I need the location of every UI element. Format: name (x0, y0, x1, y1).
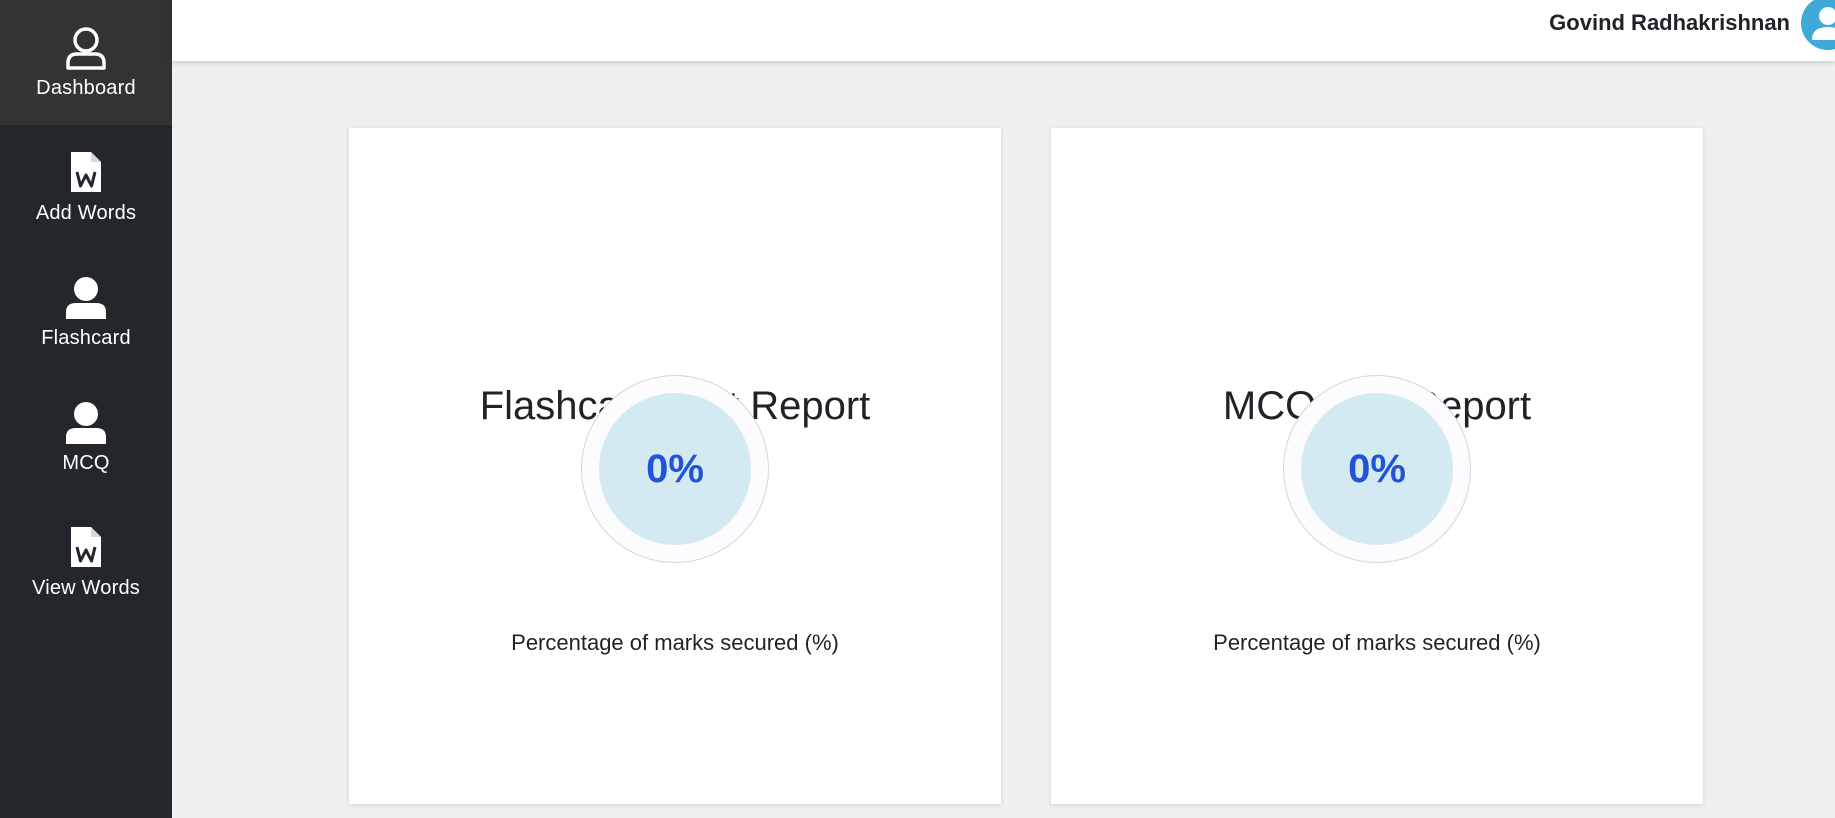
word-document-icon (69, 150, 103, 196)
sidebar-item-flashcard[interactable]: Flashcard (0, 250, 172, 375)
score-value: 0% (646, 446, 704, 491)
top-bar: Govind Radhakrishnan (172, 0, 1835, 61)
user-icon (64, 400, 108, 446)
user-outline-icon (64, 25, 108, 71)
user-name[interactable]: Govind Radhakrishnan (1549, 10, 1790, 36)
card-caption: Percentage of marks secured (%) (1213, 630, 1541, 655)
score-value: 0% (1348, 446, 1406, 491)
user-avatar-icon[interactable] (1799, 0, 1835, 52)
sidebar-item-label: Dashboard (36, 77, 136, 99)
sidebar-item-label: View Words (32, 577, 140, 599)
sidebar-item-mcq[interactable]: MCQ (0, 375, 172, 500)
sidebar: Dashboard Add Words Flashcard MCQ View W… (0, 0, 172, 818)
sidebar-item-label: MCQ (62, 452, 110, 474)
sidebar-item-dashboard[interactable]: Dashboard (0, 0, 172, 125)
sidebar-item-add-words[interactable]: Add Words (0, 125, 172, 250)
score-gauge: 0% (1283, 375, 1471, 563)
score-gauge: 0% (581, 375, 769, 563)
sidebar-item-label: Flashcard (41, 327, 131, 349)
user-icon (64, 275, 108, 321)
sidebar-item-view-words[interactable]: View Words (0, 500, 172, 625)
word-document-icon (69, 525, 103, 571)
flashcard-report-card: Flashcard Test Report 0% Percentage of m… (349, 128, 1001, 804)
card-caption: Percentage of marks secured (%) (511, 630, 839, 655)
mcq-report-card: MCQ Test Report 0% Percentage of marks s… (1051, 128, 1703, 804)
sidebar-item-label: Add Words (35, 202, 137, 224)
